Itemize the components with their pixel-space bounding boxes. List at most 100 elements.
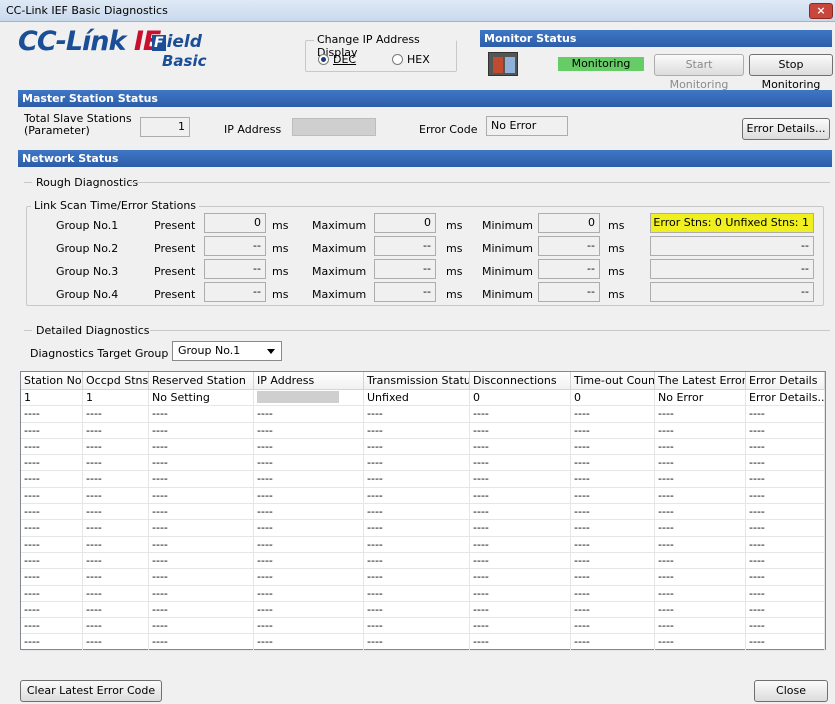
target-group-dropdown[interactable]: Group No.1	[172, 341, 282, 361]
chevron-down-icon	[267, 349, 275, 354]
table-row[interactable]: ---- ---- ---- ---- ---- ---- ---- ---- ----	[21, 585, 825, 602]
table-row[interactable]: ---- ---- ---- ---- ---- ---- ---- ---- ----	[21, 438, 825, 456]
table-cell: ----	[470, 487, 571, 504]
table-row[interactable]: ---- ---- ---- ---- ---- ---- ---- ---- ----	[21, 487, 825, 505]
table-cell: ----	[470, 569, 571, 585]
table-cell: ----	[149, 585, 254, 601]
radio-dec[interactable]: DEC	[318, 53, 356, 66]
table-cell: ----	[746, 438, 825, 455]
header-station-no[interactable]: Station No.	[21, 372, 83, 389]
present-unit: ms	[272, 242, 289, 255]
close-button[interactable]: Close	[754, 680, 828, 702]
table-cell: ----	[655, 585, 746, 601]
table-body: 1 1 No Setting Unfixed 0 0 No Error Error Detai…	[21, 390, 825, 651]
table-cell: ----	[571, 618, 655, 634]
master-error-details-button[interactable]: Error Details...	[742, 118, 830, 140]
present-label: Present	[154, 219, 196, 232]
rough-line-left	[24, 182, 32, 183]
radio-hex[interactable]: HEX	[392, 53, 430, 66]
table-row[interactable]: ---- ---- ---- ---- ---- ---- ---- ---- ----	[21, 471, 825, 488]
master-ip-address-value	[292, 118, 376, 136]
table-cell: ----	[149, 504, 254, 520]
header-reserved-station[interactable]: Reserved Station	[149, 372, 254, 389]
table-row[interactable]: ---- ---- ---- ---- ---- ---- ---- ---- ----	[21, 601, 825, 619]
table-cell: ----	[21, 552, 83, 569]
table-cell: ----	[655, 569, 746, 585]
table-cell: ----	[571, 552, 655, 569]
minimum-label: Minimum	[482, 219, 533, 232]
table-row[interactable]: ---- ---- ---- ---- ---- ---- ---- ---- ----	[21, 634, 825, 651]
detailed-line-right	[150, 330, 830, 331]
error-code-label: Error Code	[419, 123, 478, 136]
minimum-unit: ms	[608, 242, 625, 255]
table-cell: ----	[83, 536, 149, 552]
table-row[interactable]: 1 1 No Setting Unfixed 0 0 No Error Error Detai…	[21, 390, 825, 407]
maximum-value: --	[374, 282, 436, 302]
table-cell: ----	[470, 455, 571, 471]
station-table[interactable]: Station No. Occpd Stns Reserved Station …	[20, 371, 826, 651]
table-row[interactable]: ---- ---- ---- ---- ---- ---- ---- ---- ----	[21, 504, 825, 521]
table-row[interactable]: ---- ---- ---- ---- ---- ---- ---- ---- ----	[21, 569, 825, 586]
minimum-value: --	[538, 282, 600, 302]
header-timeout-count[interactable]: Time-out Count	[571, 372, 655, 389]
maximum-value: --	[374, 236, 436, 256]
table-cell: ----	[571, 585, 655, 601]
table-cell: ----	[571, 471, 655, 487]
stop-monitoring-button[interactable]: Stop Monitoring	[749, 54, 833, 91]
table-cell: ----	[254, 634, 364, 650]
table-row[interactable]: ---- ---- ---- ---- ---- ---- ---- ---- ----	[21, 536, 825, 553]
table-cell: ----	[83, 585, 149, 601]
table-row[interactable]: ---- ---- ---- ---- ---- ---- ---- ---- ----	[21, 618, 825, 635]
minimum-unit: ms	[608, 265, 625, 278]
table-cell: ----	[21, 618, 83, 634]
header-occpd-stns[interactable]: Occpd Stns	[83, 372, 149, 389]
table-cell: ----	[21, 422, 83, 438]
table-cell: ----	[571, 634, 655, 650]
header-disconnections[interactable]: Disconnections	[470, 372, 571, 389]
table-cell: ----	[470, 520, 571, 536]
table-cell: ----	[746, 569, 825, 585]
header-error-details[interactable]: Error Details	[746, 372, 825, 389]
table-cell: ----	[571, 504, 655, 520]
minimum-value: 0	[538, 213, 600, 233]
table-cell: ----	[655, 634, 746, 650]
monitor-status-title: Monitor Status	[484, 32, 577, 45]
header-ip-address[interactable]: IP Address	[254, 372, 364, 389]
table-cell[interactable]: Error Details...	[746, 390, 825, 406]
close-icon[interactable]: ×	[809, 3, 833, 19]
table-cell: ----	[83, 487, 149, 504]
table-row[interactable]: ---- ---- ---- ---- ---- ---- ---- ---- ----	[21, 422, 825, 439]
table-cell: ----	[364, 536, 470, 552]
start-monitoring-button[interactable]: Start Monitoring	[654, 54, 744, 91]
total-slave-label: Total Slave Stations (Parameter)	[24, 113, 132, 137]
table-row[interactable]: ---- ---- ---- ---- ---- ---- ---- ---- ----	[21, 552, 825, 570]
table-cell: ----	[254, 601, 364, 618]
radio-hex-label: HEX	[407, 53, 430, 66]
table-row[interactable]: ---- ---- ---- ---- ---- ---- ---- ---- ----	[21, 455, 825, 472]
table-cell: ----	[149, 487, 254, 504]
table-cell: ----	[364, 471, 470, 487]
present-value: --	[204, 259, 266, 279]
clear-latest-error-code-button[interactable]: Clear Latest Error Code	[20, 680, 162, 702]
table-cell: ----	[83, 569, 149, 585]
table-cell: ----	[746, 406, 825, 422]
maximum-unit: ms	[446, 219, 463, 232]
present-value: --	[204, 236, 266, 256]
table-cell: ----	[571, 487, 655, 504]
table-row[interactable]: ---- ---- ---- ---- ---- ---- ---- ---- ----	[21, 406, 825, 423]
header-transmission-status[interactable]: Transmission Status	[364, 372, 470, 389]
table-cell: ----	[470, 601, 571, 618]
present-label: Present	[154, 242, 196, 255]
table-cell: 1	[83, 390, 149, 406]
group-status: Error Stns: 0 Unfixed Stns: 1	[650, 213, 814, 233]
header-latest-error[interactable]: The Latest Error	[655, 372, 746, 389]
radio-dec-label: DEC	[333, 53, 357, 66]
minimum-unit: ms	[608, 288, 625, 301]
table-cell: No Error	[655, 390, 746, 406]
table-cell: Unfixed	[364, 390, 470, 406]
table-cell: ----	[746, 552, 825, 569]
table-row[interactable]: ---- ---- ---- ---- ---- ---- ---- ---- ----	[21, 520, 825, 537]
present-label: Present	[154, 265, 196, 278]
table-cell: ----	[21, 634, 83, 650]
radio-dec-icon	[318, 54, 329, 65]
